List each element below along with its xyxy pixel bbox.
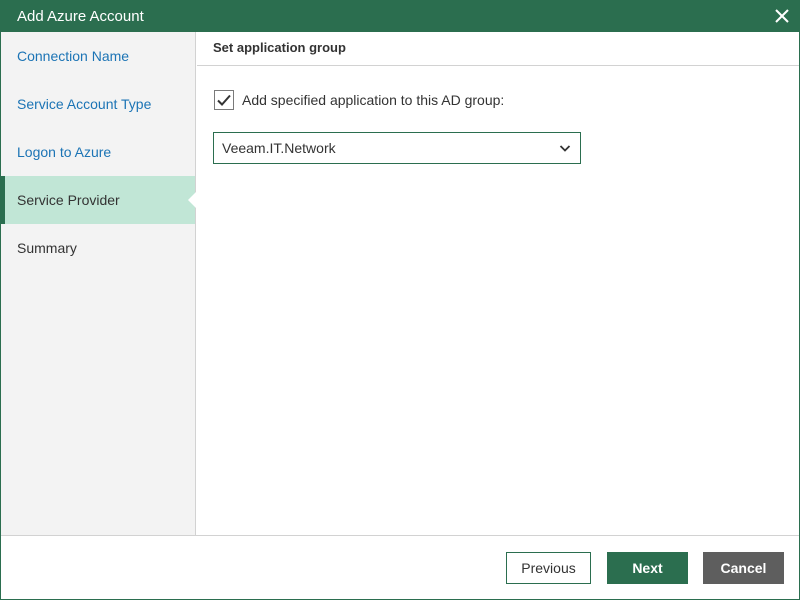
title-bar: Add Azure Account <box>1 1 799 32</box>
dialog-footer: Previous Next Cancel <box>1 535 799 599</box>
step-label: Logon to Azure <box>17 144 112 160</box>
cancel-button[interactable]: Cancel <box>703 552 784 584</box>
step-label: Connection Name <box>17 48 130 64</box>
checkmark-icon <box>217 94 231 106</box>
add-to-group-checkbox[interactable] <box>214 90 234 110</box>
step-logon-to-azure[interactable]: Logon to Azure <box>1 128 195 176</box>
next-button[interactable]: Next <box>607 552 688 584</box>
add-to-group-label[interactable]: Add specified application to this AD gro… <box>242 92 504 108</box>
section-title: Set application group <box>197 32 799 66</box>
step-label: Service Provider <box>17 192 120 208</box>
dialog-title: Add Azure Account <box>17 8 144 25</box>
chevron-down-icon <box>559 145 571 152</box>
ad-group-selected-value: Veeam.IT.Network <box>222 140 336 156</box>
main-content: Set application group Add specified appl… <box>197 32 799 535</box>
step-summary: Summary <box>1 224 195 272</box>
step-connection-name[interactable]: Connection Name <box>1 32 195 80</box>
step-service-account-type[interactable]: Service Account Type <box>1 80 195 128</box>
previous-button[interactable]: Previous <box>506 552 591 584</box>
dialog-window: Add Azure Account Connection Name Servic… <box>0 0 800 600</box>
close-icon <box>775 9 789 23</box>
add-to-group-option: Add specified application to this AD gro… <box>214 89 504 111</box>
close-button[interactable] <box>771 5 793 27</box>
wizard-steps-sidebar: Connection Name Service Account Type Log… <box>1 32 196 535</box>
ad-group-dropdown[interactable]: Veeam.IT.Network <box>213 132 581 164</box>
step-service-provider[interactable]: Service Provider <box>1 176 196 224</box>
step-label: Service Account Type <box>17 96 152 112</box>
step-label: Summary <box>17 240 77 256</box>
